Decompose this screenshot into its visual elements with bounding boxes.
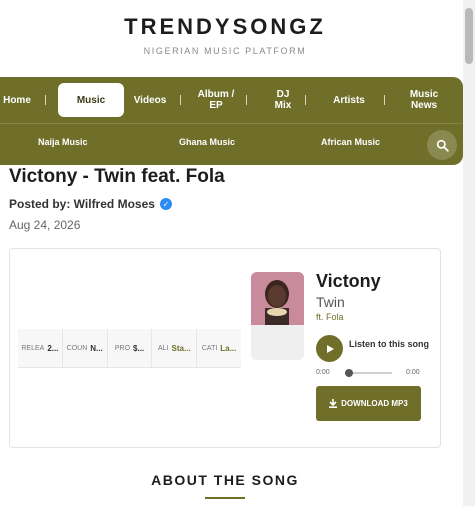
- nav-separator: [384, 95, 385, 105]
- player-artist: Victony: [316, 271, 381, 291]
- site-logo[interactable]: TRENDYSONGZ: [0, 14, 450, 40]
- search-icon: [436, 139, 449, 152]
- page-scrollbar[interactable]: [463, 0, 475, 506]
- main-nav: Home Music Videos Album / EP DJ Mix Arti…: [0, 77, 463, 165]
- heading-underline: [205, 497, 245, 499]
- about-heading: ABOUT THE SONG: [151, 472, 299, 488]
- progress-track[interactable]: [348, 372, 392, 374]
- nav-item-artists[interactable]: Artists: [326, 83, 372, 117]
- nav-item-videos[interactable]: Videos: [131, 83, 169, 117]
- song-cover-art: [251, 272, 304, 360]
- info-value: N...: [90, 343, 103, 353]
- info-cell-producer: PRO $...: [108, 329, 153, 367]
- download-mp3-button[interactable]: DOWNLOAD MP3: [316, 386, 421, 421]
- nav-item-album-ep[interactable]: Album / EP: [196, 83, 236, 117]
- nav-separator: [180, 95, 181, 105]
- info-cell-release: RELEA 2...: [18, 329, 63, 367]
- nav-item-music[interactable]: Music: [58, 83, 124, 117]
- player-song: Twin: [316, 294, 345, 310]
- nav-item-dj-mix[interactable]: DJ Mix: [268, 83, 298, 117]
- nav-separator: [305, 95, 306, 105]
- song-info-strip[interactable]: RELEA 2... COUN N... PRO $... ALI Sta... CAT…: [18, 329, 241, 368]
- nav-separator: [246, 95, 247, 105]
- info-cell-category: CATI La...: [197, 329, 241, 367]
- nav-item-music-news[interactable]: Music News: [400, 83, 448, 117]
- nav-separator: [45, 95, 46, 105]
- info-key: CATI: [201, 344, 218, 352]
- nav-subitem-african-music[interactable]: African Music: [321, 137, 380, 147]
- play-button[interactable]: [316, 335, 343, 362]
- progress-knob[interactable]: [345, 369, 353, 377]
- nav-item-home[interactable]: Home: [0, 83, 34, 117]
- info-value: $...: [133, 343, 145, 353]
- play-icon: [326, 344, 334, 353]
- info-value[interactable]: Sta...: [171, 344, 190, 353]
- info-value[interactable]: La...: [220, 344, 236, 353]
- post-title: Victony - Twin feat. Fola: [9, 166, 225, 187]
- site-tagline: NIGERIAN MUSIC PLATFORM: [143, 46, 307, 56]
- nav-secondary-row: Naija Music Ghana Music African Music: [0, 123, 463, 164]
- download-label: DOWNLOAD MP3: [341, 399, 408, 408]
- nav-primary-row: Home Music Videos Album / EP DJ Mix Arti…: [0, 83, 463, 123]
- post-date: Aug 24, 2026: [9, 218, 81, 232]
- info-key: ALI: [157, 344, 169, 352]
- scrollbar-thumb[interactable]: [465, 8, 473, 64]
- info-key: RELEA: [21, 344, 45, 352]
- info-value: 2...: [47, 343, 59, 353]
- download-icon: [329, 399, 338, 408]
- info-cell-album: ALI Sta...: [152, 329, 198, 367]
- cover-image: [251, 272, 304, 325]
- site-header: TRENDYSONGZ NIGERIAN MUSIC PLATFORM: [0, 14, 450, 56]
- post-author: Posted by: Wilfred Moses ✓: [9, 197, 172, 211]
- player-featuring: ft. Fola: [316, 312, 344, 322]
- info-key: COUN: [66, 344, 88, 352]
- song-card: RELEA 2... COUN N... PRO $... ALI Sta... CAT…: [9, 248, 441, 448]
- nav-subitem-ghana-music[interactable]: Ghana Music: [179, 137, 235, 147]
- posted-by-label[interactable]: Posted by: Wilfred Moses: [9, 197, 155, 211]
- info-key: PRO: [114, 344, 131, 352]
- time-total: 0:00: [406, 369, 420, 376]
- search-button[interactable]: [427, 130, 457, 160]
- nav-subitem-naija-music[interactable]: Naija Music: [38, 137, 88, 147]
- info-cell-country: COUN N...: [63, 329, 108, 367]
- time-current: 0:00: [316, 369, 330, 376]
- listen-label: Listen to this song: [349, 339, 429, 349]
- check-badge-icon: ✓: [159, 198, 172, 210]
